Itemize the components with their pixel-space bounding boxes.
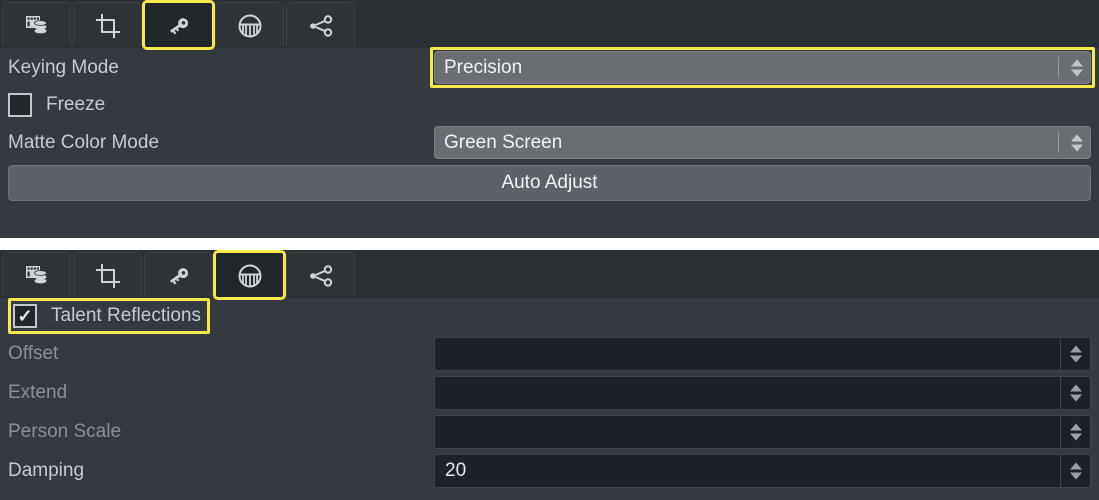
spinner-arrows[interactable] bbox=[1071, 134, 1083, 151]
spinner-down-icon[interactable] bbox=[1071, 69, 1083, 76]
checkbox-label: Talent Reflections bbox=[51, 305, 201, 326]
spinner-up-icon[interactable] bbox=[1070, 345, 1082, 352]
parameter-field-wrap bbox=[434, 414, 1099, 449]
spinner-down-icon[interactable] bbox=[1070, 472, 1082, 479]
spinner-up-icon[interactable] bbox=[1070, 423, 1082, 430]
keying-panel: Keying Mode Precision Freeze Matte Color … bbox=[0, 0, 1099, 238]
number-field[interactable] bbox=[434, 414, 1091, 449]
parameter-label: Damping bbox=[8, 459, 85, 481]
dropdown-combobox[interactable]: Precision bbox=[434, 51, 1091, 84]
tabbar-empty-area bbox=[357, 252, 1099, 298]
spinner-up-icon[interactable] bbox=[1070, 462, 1082, 469]
parameter-label: Offset bbox=[8, 342, 59, 364]
number-divider bbox=[1060, 376, 1061, 409]
keying-panel-tabbar bbox=[0, 0, 1099, 50]
tab-node-share[interactable] bbox=[286, 252, 355, 298]
number-field[interactable] bbox=[434, 336, 1091, 371]
reflections-dome-icon bbox=[236, 262, 264, 290]
checkbox-box[interactable]: ✓ bbox=[13, 304, 37, 328]
tab-key[interactable] bbox=[142, 0, 215, 50]
dropdown-combobox[interactable]: Green Screen bbox=[434, 126, 1091, 159]
spinner-up-icon[interactable] bbox=[1071, 59, 1083, 66]
app-screen: Keying Mode Precision Freeze Matte Color … bbox=[0, 0, 1099, 500]
number-field[interactable] bbox=[434, 375, 1091, 410]
parameter-label: Keying Mode bbox=[8, 56, 119, 78]
parameter-field-wrap bbox=[434, 336, 1099, 371]
parameter-row: Person Scale bbox=[0, 412, 1099, 451]
number-value: 20 bbox=[445, 459, 467, 481]
parameter-field-wrap: 20 bbox=[434, 453, 1099, 488]
node-share-icon bbox=[307, 262, 335, 290]
parameter-row: Damping 20 bbox=[0, 451, 1099, 490]
spinner-up-icon[interactable] bbox=[1071, 134, 1083, 141]
parameter-field-wrap: Green Screen bbox=[434, 126, 1099, 159]
tab-crop[interactable] bbox=[73, 2, 142, 48]
parameter-label: Extend bbox=[8, 381, 68, 403]
tab-crop[interactable] bbox=[73, 252, 142, 298]
reflections-panel: ✓ Talent Reflections Offset Extend Perso… bbox=[0, 250, 1099, 500]
key-icon bbox=[166, 263, 192, 289]
checkbox-box[interactable] bbox=[8, 93, 32, 117]
tab-key[interactable] bbox=[144, 252, 213, 298]
checkbox-control[interactable]: ✓ Talent Reflections bbox=[8, 298, 210, 334]
panel-separator bbox=[0, 238, 1099, 250]
tab-reflections-dome[interactable] bbox=[213, 250, 286, 300]
parameter-row: Keying Mode Precision bbox=[0, 47, 1099, 88]
spinner-arrows[interactable] bbox=[1070, 423, 1082, 440]
tabbar-empty-area bbox=[357, 2, 1099, 48]
parameter-row: Offset bbox=[0, 334, 1099, 373]
auto-adjust-button[interactable]: Auto Adjust bbox=[8, 165, 1091, 201]
parameter-row: Extend bbox=[0, 373, 1099, 412]
number-divider bbox=[1060, 337, 1061, 370]
node-share-icon bbox=[307, 12, 335, 40]
crop-icon bbox=[95, 13, 121, 39]
spinner-arrows[interactable] bbox=[1071, 59, 1083, 76]
tab-media-library[interactable] bbox=[2, 252, 71, 298]
number-divider bbox=[1060, 415, 1061, 448]
parameter-field-wrap: Precision bbox=[430, 47, 1099, 88]
check-icon: ✓ bbox=[17, 306, 33, 326]
dropdown-divider bbox=[1058, 132, 1059, 153]
parameter-row: Matte Color Mode Green Screen bbox=[0, 123, 1099, 162]
keying-panel-body: Keying Mode Precision Freeze Matte Color … bbox=[0, 47, 1099, 201]
spinner-arrows[interactable] bbox=[1070, 384, 1082, 401]
media-library-icon bbox=[24, 263, 50, 289]
spinner-arrows[interactable] bbox=[1070, 462, 1082, 479]
spinner-up-icon[interactable] bbox=[1070, 384, 1082, 391]
checkbox-row: Freeze bbox=[0, 87, 1099, 123]
reflections-panel-tabbar bbox=[0, 250, 1099, 300]
media-library-icon bbox=[24, 13, 50, 39]
checkbox-control[interactable]: Freeze bbox=[8, 93, 105, 117]
parameter-field-wrap bbox=[434, 375, 1099, 410]
reflections-panel-body: ✓ Talent Reflections Offset Extend Perso… bbox=[0, 298, 1099, 490]
tab-media-library[interactable] bbox=[2, 2, 71, 48]
dropdown-divider bbox=[1058, 57, 1059, 78]
spinner-down-icon[interactable] bbox=[1070, 355, 1082, 362]
tab-node-share[interactable] bbox=[286, 2, 355, 48]
number-field[interactable]: 20 bbox=[434, 453, 1091, 488]
crop-icon bbox=[95, 263, 121, 289]
dropdown-value: Precision bbox=[444, 56, 523, 78]
reflections-dome-icon bbox=[236, 12, 264, 40]
key-icon bbox=[166, 13, 192, 39]
spinner-arrows[interactable] bbox=[1070, 345, 1082, 362]
checkbox-row: ✓ Talent Reflections bbox=[0, 298, 1099, 334]
tab-reflections-dome[interactable] bbox=[215, 2, 284, 48]
checkbox-label: Freeze bbox=[46, 94, 106, 115]
dropdown-value: Green Screen bbox=[444, 131, 563, 153]
spinner-down-icon[interactable] bbox=[1070, 394, 1082, 401]
spinner-down-icon[interactable] bbox=[1071, 144, 1083, 151]
parameter-label: Matte Color Mode bbox=[8, 131, 160, 153]
parameter-label: Person Scale bbox=[8, 420, 122, 442]
number-divider bbox=[1060, 454, 1061, 487]
spinner-down-icon[interactable] bbox=[1070, 433, 1082, 440]
